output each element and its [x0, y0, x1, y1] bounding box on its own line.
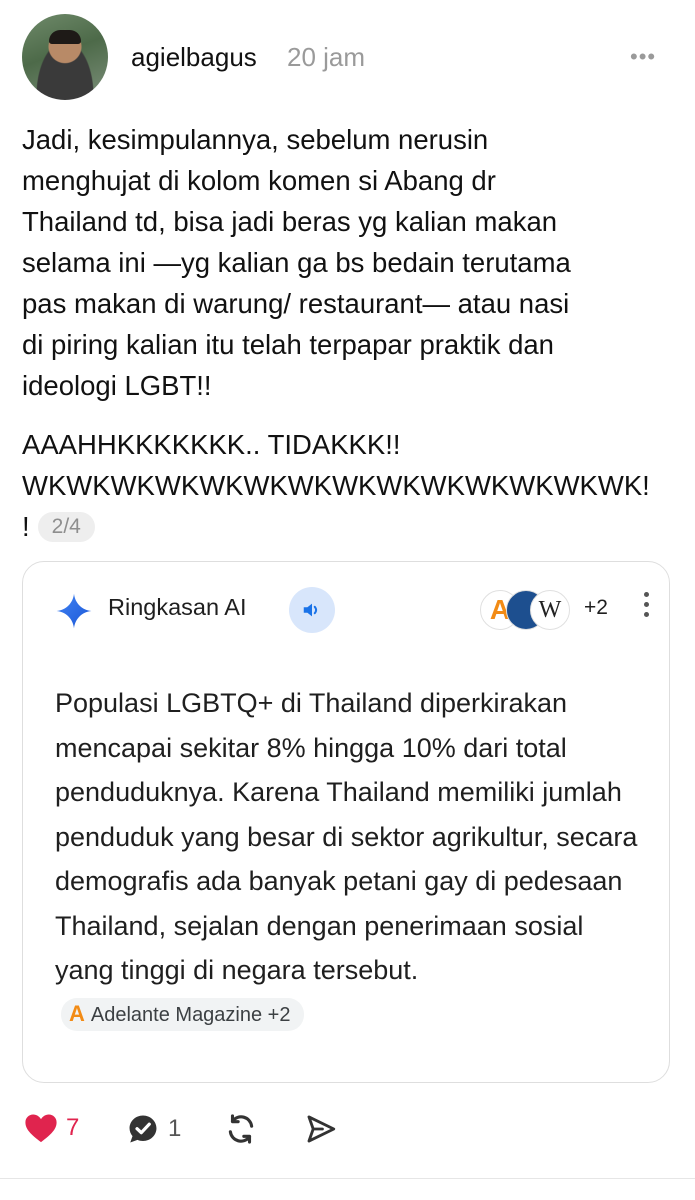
- text-line: ideologi LGBT!!: [22, 370, 212, 401]
- sources-more-count[interactable]: +2: [584, 596, 608, 620]
- comment-count: 1: [168, 1115, 182, 1142]
- text-line: pas makan di warung/ restaurant— atau na…: [22, 288, 570, 319]
- page-indicator-badge: 2/4: [37, 512, 95, 542]
- adelante-icon: A: [69, 1000, 85, 1026]
- text-line: menghujat di kolom komen si Abang dr: [22, 165, 496, 196]
- wikipedia-source-icon: W: [530, 590, 570, 630]
- speaker-icon: [303, 603, 318, 617]
- ai-summary-card: Ringkasan AI A W +2 Populasi LGBTQ+ di T…: [22, 561, 670, 1083]
- comment-icon: [129, 1115, 157, 1143]
- text-line: WKWKWKWKWKWKWKWKWKWKWKWKWKWK!: [22, 470, 650, 501]
- gemini-sparkle-icon: [56, 593, 92, 629]
- text-line: Thailand td, bisa jadi beras yg kalian m…: [22, 206, 558, 237]
- username[interactable]: agielbagus: [131, 42, 257, 73]
- post-paragraph-1: Jadi, kesimpulannya, sebelum nerusin men…: [22, 119, 662, 406]
- source-chip[interactable]: A Adelante Magazine +2: [61, 997, 305, 1031]
- avatar[interactable]: [22, 14, 108, 100]
- share-button[interactable]: [304, 1112, 338, 1146]
- summary-body: Populasi LGBTQ+ di Thailand diperkirakan…: [55, 688, 638, 985]
- text-line: AAAHHKKKKKKK.. TIDAKKK!!: [22, 429, 401, 460]
- post-time: 20 jam: [287, 42, 366, 72]
- repost-button[interactable]: [224, 1112, 258, 1146]
- repost-icon: [228, 1114, 254, 1144]
- text-line: selama ini —yg kalian ga bs bedain terut…: [22, 247, 571, 278]
- source-icons[interactable]: A W: [480, 590, 580, 630]
- comment-button[interactable]: 1: [126, 1112, 181, 1146]
- ai-summary-text: Populasi LGBTQ+ di Thailand diperkirakan…: [55, 681, 645, 1037]
- text-line: ! 2/4: [22, 506, 662, 547]
- text-line: Jadi, kesimpulannya, sebelum nerusin: [22, 124, 489, 155]
- like-button[interactable]: 7: [24, 1112, 79, 1144]
- send-icon: [307, 1115, 336, 1143]
- ai-summary-title: Ringkasan AI: [108, 594, 247, 620]
- bottom-divider: [0, 1178, 695, 1179]
- source-chip-label: Adelante Magazine +2: [90, 1003, 291, 1026]
- heart-icon: [25, 1114, 57, 1143]
- like-count: 7: [66, 1114, 80, 1141]
- card-menu-icon[interactable]: [639, 592, 653, 622]
- text-line: di piring kalian itu telah terpapar prak…: [22, 329, 554, 360]
- post-paragraph-2: AAAHHKKKKKKK.. TIDAKKK!! WKWKWKWKWKWKWKW…: [22, 424, 662, 547]
- more-options-icon[interactable]: •••: [630, 44, 656, 70]
- speaker-button[interactable]: [289, 587, 335, 633]
- text-fragment: !: [22, 511, 30, 542]
